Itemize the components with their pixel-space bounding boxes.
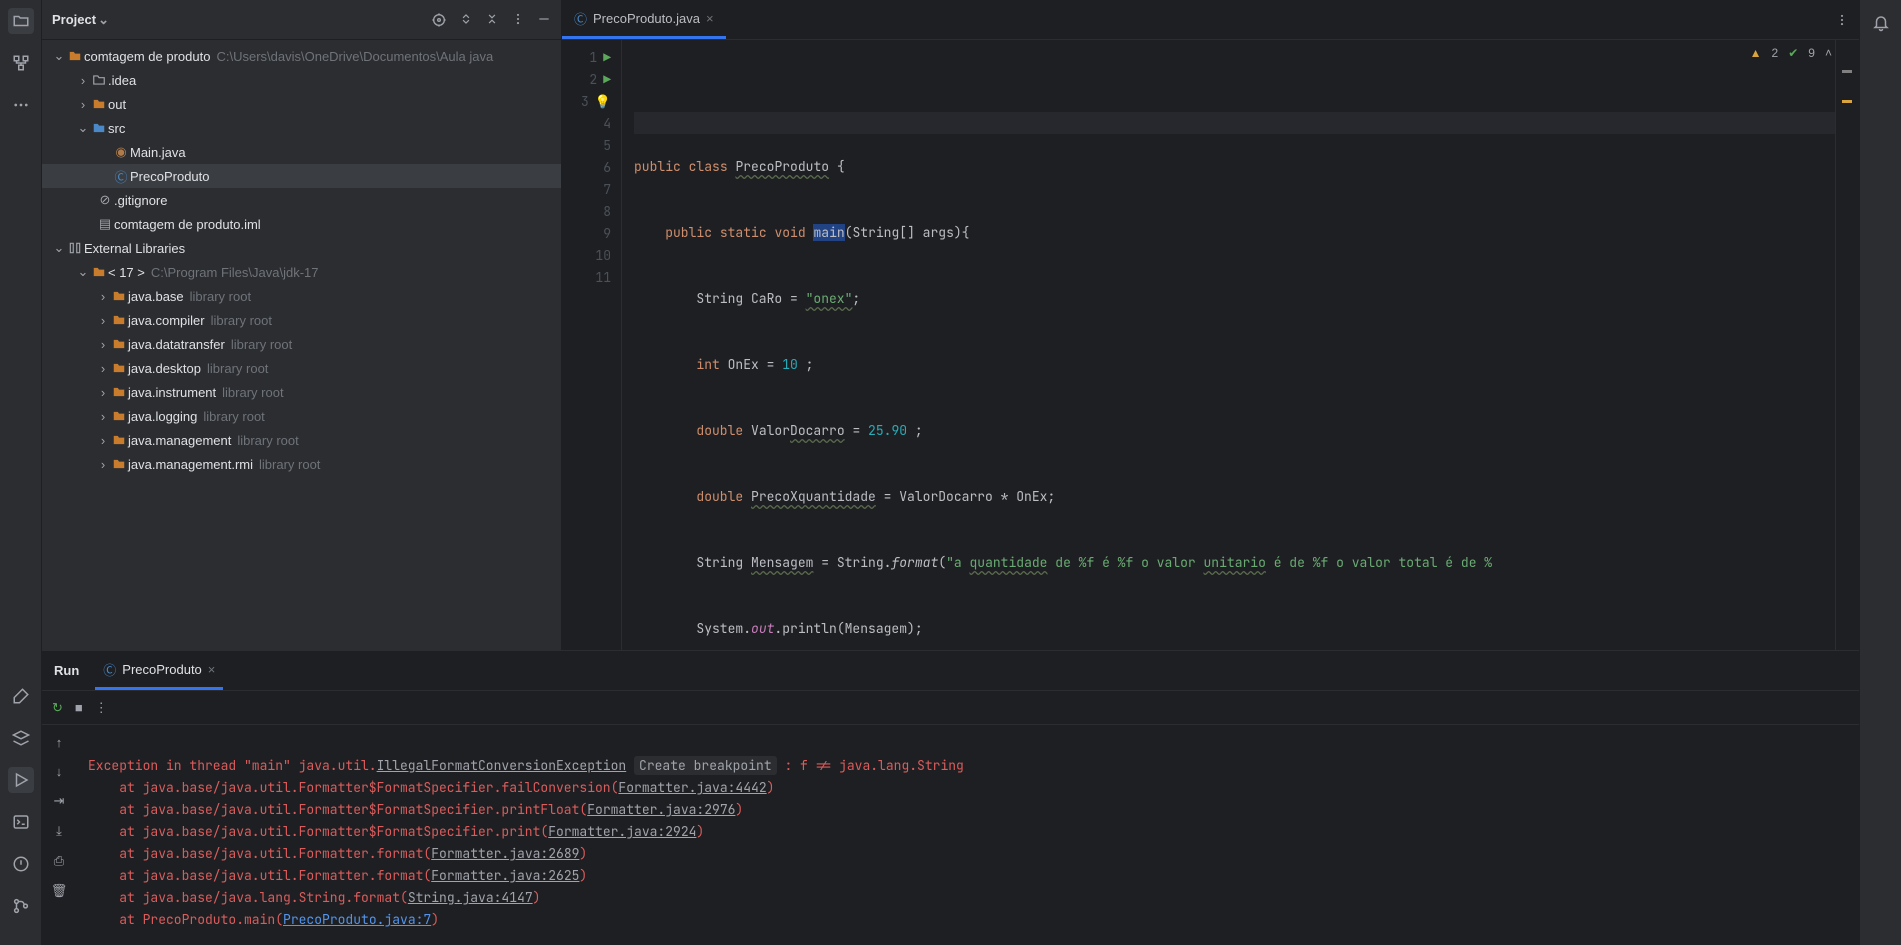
- down-icon[interactable]: ↓: [56, 764, 63, 779]
- wrap-icon[interactable]: ⇥: [54, 793, 65, 809]
- hide-icon[interactable]: [537, 12, 551, 28]
- project-tree[interactable]: ⌄ comtagem de produto C:\Users\davis\One…: [42, 40, 561, 650]
- build-tool-icon[interactable]: [8, 683, 34, 709]
- run-header: Run Ⓒ PrecoProduto ×: [42, 651, 1859, 691]
- tab-precoproduto[interactable]: Ⓒ PrecoProduto.java ×: [562, 0, 726, 39]
- run-tab[interactable]: Ⓒ PrecoProduto ×: [95, 651, 223, 690]
- run-toolbar: ↻ ■ ⋮: [42, 691, 1859, 725]
- notifications-icon[interactable]: [1868, 10, 1894, 36]
- run-line-icon[interactable]: ▶: [603, 71, 611, 88]
- editor-tabbar: Ⓒ PrecoProduto.java ×: [562, 0, 1859, 40]
- tree-lib[interactable]: ›java.instrumentlibrary root: [42, 380, 561, 404]
- tree-lib[interactable]: ›java.desktoplibrary root: [42, 356, 561, 380]
- problems-tool-icon[interactable]: [8, 851, 34, 877]
- vcs-tool-icon[interactable]: [8, 893, 34, 919]
- print-icon[interactable]: ⎙: [54, 853, 64, 869]
- editor-marker-rail[interactable]: [1835, 40, 1859, 650]
- stack-link[interactable]: Formatter.java:2689: [431, 845, 579, 862]
- tree-lib[interactable]: ›java.compilerlibrary root: [42, 308, 561, 332]
- tab-options-icon[interactable]: [1835, 13, 1849, 27]
- expand-icon[interactable]: [459, 12, 473, 28]
- project-panel: Project ⌄ comtagem de produto C:\Users\d…: [42, 0, 562, 650]
- tree-out[interactable]: › out: [42, 92, 561, 116]
- stack-link[interactable]: Formatter.java:4442: [618, 779, 766, 796]
- locate-icon[interactable]: [431, 12, 447, 28]
- editor-panel: Ⓒ PrecoProduto.java × ▲2 ✔9 ˄ ˅ 1▶ 2▶: [562, 0, 1859, 650]
- tree-lib[interactable]: ›java.logginglibrary root: [42, 404, 561, 428]
- project-tool-icon[interactable]: [8, 8, 34, 34]
- class-icon: Ⓒ: [103, 660, 116, 679]
- main-area: Project ⌄ comtagem de produto C:\Users\d…: [42, 0, 1859, 945]
- tree-main[interactable]: ◉ Main.java: [42, 140, 561, 164]
- run-line-icon[interactable]: ▶: [603, 49, 611, 66]
- tree-gitignore[interactable]: ⊘ .gitignore: [42, 188, 561, 212]
- more-tool-icon[interactable]: [8, 92, 34, 118]
- services-tool-icon[interactable]: [8, 725, 34, 751]
- class-icon: Ⓒ: [574, 9, 587, 28]
- more-icon[interactable]: ⋮: [95, 700, 108, 716]
- run-left-rail: ↑ ↓ ⇥ ⤓ ⎙ 🗑: [42, 725, 76, 945]
- left-tool-rail: [0, 0, 42, 945]
- tab-label: PrecoProduto.java: [593, 11, 700, 26]
- stack-link[interactable]: String.java:4147: [408, 889, 533, 906]
- bulb-icon[interactable]: 💡: [595, 93, 611, 110]
- rerun-icon[interactable]: ↻: [52, 700, 63, 716]
- stop-icon[interactable]: ■: [75, 700, 83, 715]
- terminal-tool-icon[interactable]: [8, 809, 34, 835]
- right-tool-rail: [1859, 0, 1901, 945]
- structure-tool-icon[interactable]: [8, 50, 34, 76]
- console-output[interactable]: Exception in thread "main" java.util.Ill…: [76, 725, 1859, 945]
- up-icon[interactable]: ↑: [56, 735, 63, 750]
- project-header: Project: [42, 0, 561, 40]
- run-tool-icon[interactable]: [8, 767, 34, 793]
- project-title[interactable]: Project: [52, 12, 109, 28]
- tree-preco[interactable]: Ⓒ PrecoProduto: [42, 164, 561, 188]
- run-title: Run: [54, 663, 79, 678]
- tree-lib[interactable]: ›java.datatransferlibrary root: [42, 332, 561, 356]
- stack-link[interactable]: Formatter.java:2976: [587, 801, 735, 818]
- tree-src[interactable]: ⌄ src: [42, 116, 561, 140]
- run-panel: Run Ⓒ PrecoProduto × ↻ ■ ⋮ ↑ ↓ ⇥ ⤓ ⎙ 🗑 E…: [42, 650, 1859, 945]
- collapse-icon[interactable]: [485, 12, 499, 28]
- stack-link[interactable]: PrecoProduto.java:7: [283, 911, 431, 928]
- tree-root[interactable]: ⌄ comtagem de produto C:\Users\davis\One…: [42, 44, 561, 68]
- stack-link[interactable]: Formatter.java:2625: [431, 867, 579, 884]
- current-line-highlight: [634, 112, 1835, 134]
- stack-link[interactable]: Formatter.java:2924: [548, 823, 696, 840]
- tree-lib[interactable]: ›java.management.rmilibrary root: [42, 452, 561, 476]
- scroll-icon[interactable]: ⤓: [56, 823, 62, 839]
- editor-gutter[interactable]: 1▶ 2▶ 3💡 4 5 6 7 8 9 10 11: [562, 40, 622, 650]
- tree-lib[interactable]: ›java.baselibrary root: [42, 284, 561, 308]
- tree-lib[interactable]: ›java.managementlibrary root: [42, 428, 561, 452]
- close-icon[interactable]: ×: [706, 11, 714, 26]
- code-editor[interactable]: public class PrecoProduto { public stati…: [622, 40, 1835, 650]
- close-icon[interactable]: ×: [208, 662, 216, 677]
- create-breakpoint-button[interactable]: Create breakpoint: [634, 756, 777, 775]
- trash-icon[interactable]: 🗑: [51, 883, 68, 899]
- options-icon[interactable]: [511, 12, 525, 28]
- tree-jdk[interactable]: ⌄ < 17 > C:\Program Files\Java\jdk-17: [42, 260, 561, 284]
- tree-iml[interactable]: ▤ comtagem de produto.iml: [42, 212, 561, 236]
- tree-external[interactable]: ⌄ External Libraries: [42, 236, 561, 260]
- tree-idea[interactable]: › .idea: [42, 68, 561, 92]
